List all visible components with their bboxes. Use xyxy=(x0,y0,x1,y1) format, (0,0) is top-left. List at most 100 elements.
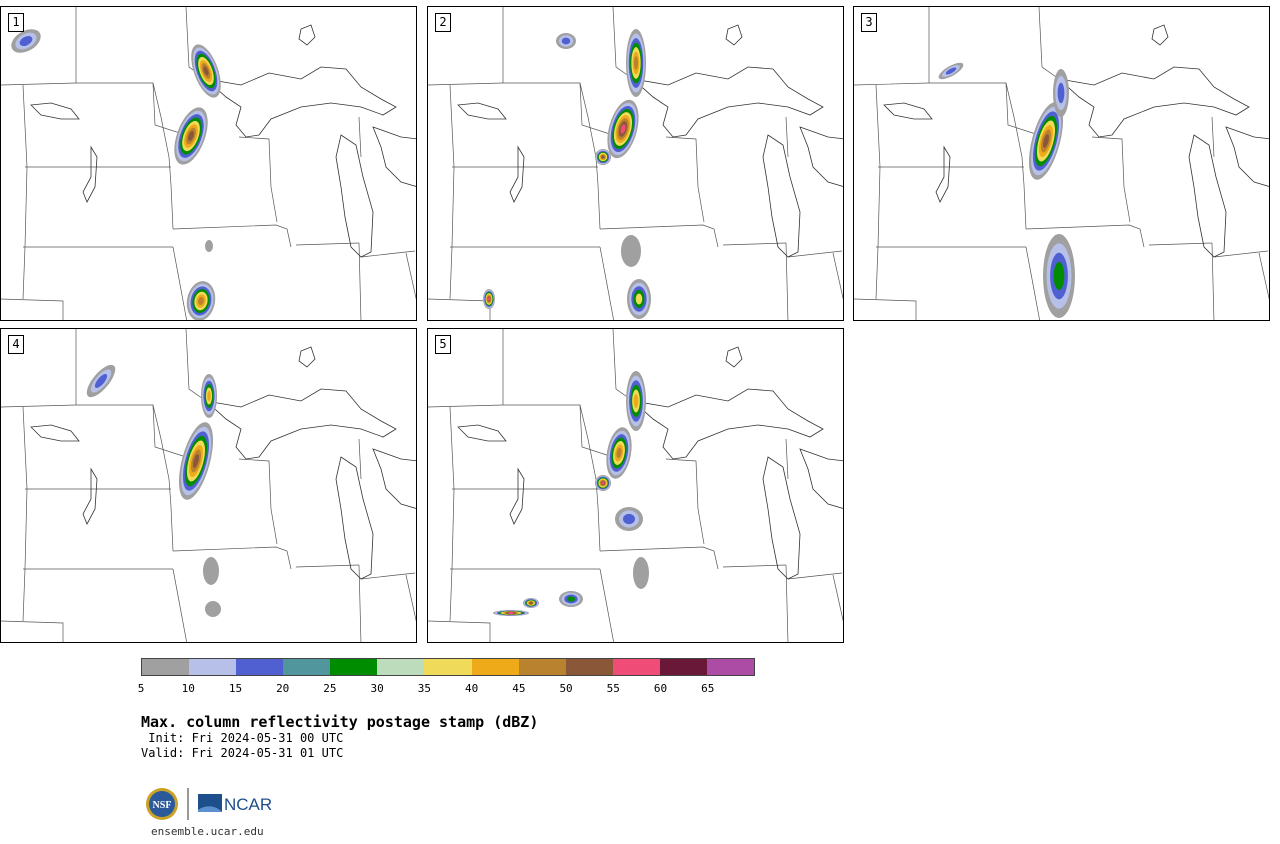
reflectivity-contour xyxy=(601,481,605,485)
state-border xyxy=(1211,242,1215,320)
storm-cell xyxy=(559,591,583,607)
state-border xyxy=(854,298,917,320)
reflectivity-contour xyxy=(601,155,605,159)
reflectivity-contour xyxy=(567,596,575,602)
colorbar-segment xyxy=(142,659,190,675)
valid-time: Valid: Fri 2024-05-31 01 UTC xyxy=(141,746,344,760)
storm-cell xyxy=(186,281,216,320)
nsf-ncar-logo: NSF NCAR xyxy=(146,788,272,820)
reflectivity-map xyxy=(1,7,416,320)
storm-cell xyxy=(1043,234,1075,318)
state-border xyxy=(152,82,174,230)
coastline xyxy=(762,134,801,258)
colorbar-tick-label: 40 xyxy=(464,682,479,695)
colorbar xyxy=(141,658,755,676)
colorbar-tick-label: 10 xyxy=(181,682,195,695)
state-border xyxy=(22,406,28,622)
state-border xyxy=(1258,252,1269,300)
state-border xyxy=(1091,136,1131,223)
state-border xyxy=(449,84,455,300)
storm-cell xyxy=(523,598,539,608)
colorbar-tick-label: 50 xyxy=(559,682,573,695)
state-border xyxy=(172,224,292,248)
coastline xyxy=(204,388,397,460)
storm-cell xyxy=(86,364,116,398)
coastline xyxy=(298,346,316,368)
colorbar-tick-label: 35 xyxy=(417,682,431,695)
state-border xyxy=(22,84,28,300)
reflectivity-contour xyxy=(529,601,533,605)
reflectivity-contour xyxy=(633,394,639,408)
reflectivity-contour xyxy=(205,601,221,617)
init-time: Init: Fri 2024-05-31 00 UTC xyxy=(141,731,344,745)
colorbar-segment xyxy=(189,659,237,675)
reflectivity-contour xyxy=(1053,262,1065,290)
panel-number: 2 xyxy=(435,13,451,32)
colorbar-tick-label: 15 xyxy=(228,682,243,695)
state-border xyxy=(172,568,187,642)
reflectivity-map xyxy=(1,329,416,642)
reflectivity-map xyxy=(428,329,843,642)
storm-cell xyxy=(1053,69,1069,117)
coastline xyxy=(335,456,374,580)
colorbar-tick-label: 60 xyxy=(653,682,668,695)
reflectivity-contour xyxy=(621,235,641,267)
state-border xyxy=(599,246,614,320)
state-border xyxy=(832,574,843,622)
coastline xyxy=(1188,134,1227,258)
state-border xyxy=(1211,116,1215,158)
coastline xyxy=(762,456,801,580)
storm-cell xyxy=(627,279,651,319)
state-border xyxy=(785,564,789,642)
state-border xyxy=(295,242,360,246)
coastline xyxy=(298,24,316,46)
state-border xyxy=(722,242,787,246)
colorbar-segment xyxy=(424,659,472,675)
storm-cell xyxy=(178,422,214,500)
coastline xyxy=(372,448,416,509)
colorbar-segment xyxy=(518,659,566,675)
colorbar-segment xyxy=(236,659,284,675)
state-border xyxy=(358,242,362,320)
state-border xyxy=(599,224,719,248)
coastline xyxy=(82,145,98,203)
reflectivity-contour xyxy=(633,557,649,589)
state-border xyxy=(1038,7,1060,80)
state-border xyxy=(172,246,187,320)
state-border xyxy=(152,404,174,552)
colorbar-tick-label: 5 xyxy=(137,682,145,695)
coastline xyxy=(457,102,507,120)
coastline xyxy=(883,102,933,120)
state-border xyxy=(449,406,455,622)
map-panel-2: 2 xyxy=(427,6,844,321)
storm-cell xyxy=(203,557,219,585)
map-panel-3: 3 xyxy=(853,6,1270,321)
storm-cell xyxy=(556,33,576,49)
state-border xyxy=(405,252,416,300)
state-border xyxy=(665,136,705,223)
panel-number: 4 xyxy=(8,335,24,354)
state-border xyxy=(1025,224,1145,248)
reflectivity-contour xyxy=(207,390,211,402)
colorbar-segment xyxy=(377,659,425,675)
coastline xyxy=(725,24,743,46)
state-border xyxy=(722,564,787,568)
state-border xyxy=(172,546,292,570)
storm-cell xyxy=(205,240,213,252)
state-border xyxy=(785,242,789,320)
website-url: ensemble.ucar.edu xyxy=(151,825,264,838)
state-border xyxy=(599,568,614,642)
state-border xyxy=(599,546,719,570)
reflectivity-contour xyxy=(634,56,638,70)
map-panel-1: 1 xyxy=(0,6,417,321)
state-border xyxy=(785,116,789,158)
coastline xyxy=(372,126,416,187)
storm-cell xyxy=(483,289,495,309)
colorbar-segment xyxy=(471,659,519,675)
reflectivity-contour xyxy=(508,611,514,615)
colorbar-tick-label: 55 xyxy=(606,682,620,695)
storm-cell xyxy=(606,427,632,479)
state-border xyxy=(1,82,187,136)
state-border xyxy=(358,438,362,480)
reflectivity-map xyxy=(428,7,843,320)
